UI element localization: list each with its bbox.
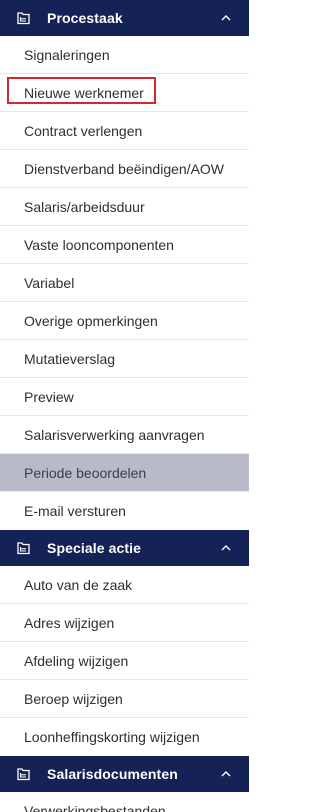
menu-item-overige-opmerkingen[interactable]: Overige opmerkingen (0, 302, 249, 340)
menu-item-label: Salarisverwerking aanvragen (24, 426, 205, 443)
menu-item-label: Vaste looncomponenten (24, 236, 174, 253)
menu-item-label: Beroep wijzigen (24, 690, 123, 707)
folder-tree-icon (16, 540, 32, 556)
menu-item-signaleringen[interactable]: Signaleringen (0, 36, 249, 74)
menu-item-auto-van-de-zaak[interactable]: Auto van de zaak (0, 566, 249, 604)
folder-tree-icon (16, 766, 32, 782)
menu-item-label: Periode beoordelen (24, 464, 147, 481)
menu-item-salaris-arbeidsduur[interactable]: Salaris/arbeidsduur (0, 188, 249, 226)
section-title: Procestaak (47, 10, 123, 26)
menu-item-beroep-wijzigen[interactable]: Beroep wijzigen (0, 680, 249, 718)
folder-tree-icon (16, 10, 32, 26)
menu-item-afdeling-wijzigen[interactable]: Afdeling wijzigen (0, 642, 249, 680)
menu-item-label: Nieuwe werknemer (24, 84, 144, 101)
menu-item-label: Overige opmerkingen (24, 312, 158, 329)
menu-item-verwerkingsbestanden[interactable]: Verwerkingsbestanden (0, 792, 249, 812)
menu-item-mutatieverslag[interactable]: Mutatieverslag (0, 340, 249, 378)
chevron-up-icon[interactable] (219, 11, 233, 25)
menu-item-periode-beoordelen[interactable]: Periode beoordelen (0, 454, 249, 492)
chevron-up-icon[interactable] (219, 767, 233, 781)
menu-item-email-versturen[interactable]: E-mail versturen (0, 492, 249, 530)
menu-item-label: Afdeling wijzigen (24, 652, 129, 669)
menu-item-label: Preview (24, 388, 74, 405)
menu-item-nieuwe-werknemer[interactable]: Nieuwe werknemer (0, 74, 249, 112)
menu-item-salarisverwerking-aanvragen[interactable]: Salarisverwerking aanvragen (0, 416, 249, 454)
menu-item-dienstverband-beeindigen[interactable]: Dienstverband beëindigen/AOW (0, 150, 249, 188)
menu-item-label: Signaleringen (24, 46, 110, 63)
menu-item-label: Auto van de zaak (24, 576, 133, 593)
menu-item-adres-wijzigen[interactable]: Adres wijzigen (0, 604, 249, 642)
menu-item-label: Salaris/arbeidsduur (24, 198, 145, 215)
menu-item-label: Contract verlengen (24, 122, 143, 139)
menu-item-contract-verlengen[interactable]: Contract verlengen (0, 112, 249, 150)
menu-item-label: Adres wijzigen (24, 614, 115, 631)
navigation-panel: Procestaak Signaleringen Nieuwe werkneme… (0, 0, 249, 812)
menu-item-label: E-mail versturen (24, 503, 126, 519)
menu-item-label: Verwerkingsbestanden (24, 803, 166, 812)
section-header-speciale-actie[interactable]: Speciale actie (0, 530, 249, 566)
section-header-procestaak[interactable]: Procestaak (0, 0, 249, 36)
menu-item-label: Loonheffingskorting wijzigen (24, 729, 200, 745)
menu-item-preview[interactable]: Preview (0, 378, 249, 416)
menu-item-label: Variabel (24, 274, 75, 291)
menu-item-vaste-looncomponenten[interactable]: Vaste looncomponenten (0, 226, 249, 264)
menu-item-loonheffingskorting-wijzigen[interactable]: Loonheffingskorting wijzigen (0, 718, 249, 756)
menu-item-label: Mutatieverslag (24, 350, 116, 367)
section-title: Salarisdocumenten (47, 766, 178, 782)
menu-item-label: Dienstverband beëindigen/AOW (24, 160, 225, 177)
section-header-salarisdocumenten[interactable]: Salarisdocumenten (0, 756, 249, 792)
chevron-up-icon[interactable] (219, 541, 233, 555)
menu-item-variabel[interactable]: Variabel (0, 264, 249, 302)
section-title: Speciale actie (47, 540, 142, 556)
